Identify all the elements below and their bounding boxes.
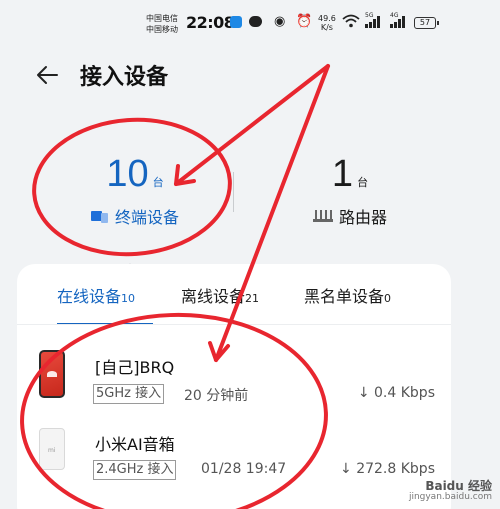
network-speed: 49.6 K/s xyxy=(318,14,336,32)
wifi-icon xyxy=(342,14,360,31)
eye-icon: ◉ xyxy=(274,14,286,29)
device-band: 2.4GHz 接入 xyxy=(93,460,177,480)
terminal-unit: 台 xyxy=(152,176,164,189)
device-name: [自己]BRQ xyxy=(95,358,175,377)
network-speed-unit: K/s xyxy=(320,23,333,32)
carrier-1: 中国电信 xyxy=(146,14,178,23)
terminal-summary[interactable]: 10 台 终端设备 xyxy=(60,154,210,228)
device-speed: ↓ 0.4 Kbps xyxy=(357,385,435,401)
signal-sim2-icon: 4G xyxy=(390,12,406,28)
back-arrow-icon[interactable] xyxy=(32,60,62,90)
device-speed: ↓ 272.8 Kbps xyxy=(340,461,435,477)
clock: 22:08 xyxy=(186,13,235,32)
watermark-url: jingyan.baidu.com xyxy=(408,492,492,502)
huawei-phone-icon xyxy=(39,350,65,398)
router-label: 路由器 xyxy=(338,208,387,227)
battery-icon: 57 xyxy=(414,17,439,29)
summary-divider xyxy=(233,172,234,212)
terminal-label: 终端设备 xyxy=(114,208,179,227)
carrier-labels: 中国电信 中国移动 xyxy=(146,13,178,35)
mi-speaker-icon: mi xyxy=(39,428,65,470)
app-notification-icon xyxy=(230,16,242,28)
carrier-2: 中国移动 xyxy=(146,25,178,34)
alarm-icon: ⏰ xyxy=(296,14,313,29)
terminal-count: 10 xyxy=(106,153,149,195)
sim1-network-label: 5G xyxy=(365,12,374,19)
status-bar: 中国电信 中国移动 22:08 ◉ ⏰ 49.6 K/s 5G 4G 57 xyxy=(0,0,500,46)
terminal-devices-icon xyxy=(90,210,109,223)
network-speed-value: 49.6 xyxy=(318,14,336,23)
router-count: 1 xyxy=(331,153,354,195)
router-unit: 台 xyxy=(357,176,369,189)
chat-bubble-icon xyxy=(249,16,262,27)
device-connect-time: 20 分钟前 xyxy=(184,388,249,404)
router-summary[interactable]: 1台 路由器 xyxy=(290,154,410,228)
device-row[interactable]: mi 小米AI音箱 2.4GHz 接入 01/28 19:47 ↓ 272.8 … xyxy=(17,264,451,480)
watermark: Baidu 经验 jingyan.baidu.com xyxy=(408,479,492,503)
signal-sim1-icon: 5G xyxy=(365,12,381,28)
page-title: 接入设备 xyxy=(80,65,169,90)
sim2-network-label: 4G xyxy=(390,12,399,19)
router-icon xyxy=(312,210,333,222)
device-name: 小米AI音箱 xyxy=(95,435,175,454)
device-band: 5GHz 接入 xyxy=(93,384,165,404)
watermark-brand: Baidu 经验 xyxy=(425,479,492,493)
device-list-card: 在线设备10 离线设备21 黑名单设备0 [自己]BRQ 5GHz 接入 20 … xyxy=(17,264,451,509)
device-connect-time: 01/28 19:47 xyxy=(201,461,287,477)
